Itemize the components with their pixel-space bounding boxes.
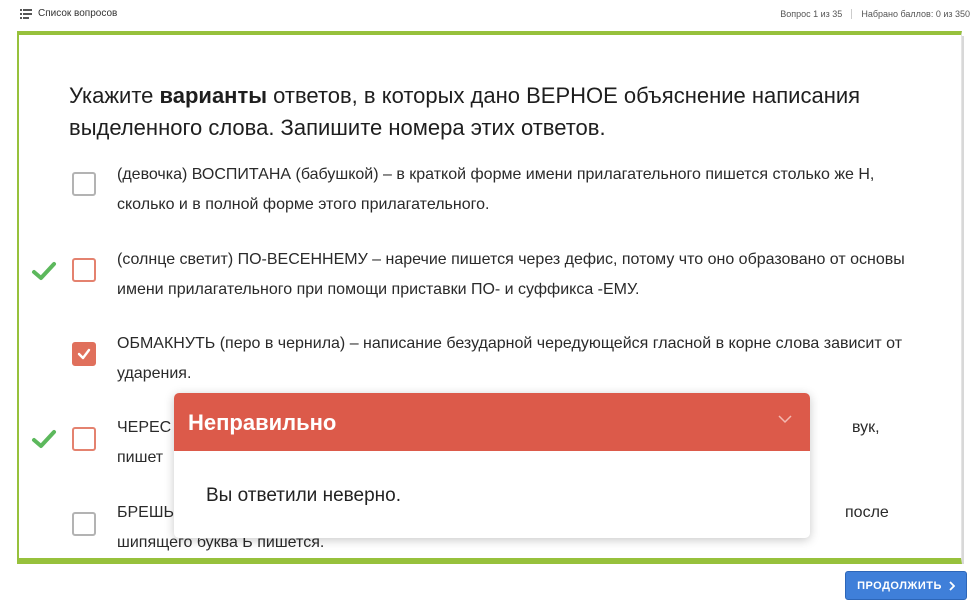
option-text-line2: пишет xyxy=(117,449,164,466)
list-icon xyxy=(20,8,32,19)
divider xyxy=(851,9,853,19)
question-prefix: Укажите xyxy=(69,83,160,108)
chevron-down-icon[interactable] xyxy=(778,415,792,424)
correct-check-icon xyxy=(32,262,56,280)
option-checkbox[interactable] xyxy=(72,512,96,536)
option-text-end: вук, xyxy=(852,419,880,436)
question-list-button[interactable]: Список вопросов xyxy=(20,8,117,19)
option-checkbox[interactable] xyxy=(72,172,96,196)
feedback-popup: Неправильно Вы ответили неверно. xyxy=(174,393,810,538)
option-checkbox[interactable] xyxy=(72,427,96,451)
correct-check-icon xyxy=(32,430,56,448)
score-counter: Набрано баллов: 0 из 350 xyxy=(861,9,970,19)
question-list-label: Список вопросов xyxy=(38,8,118,19)
question-progress: Вопрос 1 из 35 xyxy=(780,9,843,19)
question-bold: варианты xyxy=(159,83,268,108)
feedback-message: Вы ответили неверно. xyxy=(206,485,401,506)
question-text: Укажите варианты ответов, в которых дано… xyxy=(69,80,939,144)
feedback-title: Неправильно xyxy=(188,410,337,435)
continue-label: ПРОДОЛЖИТЬ xyxy=(857,579,942,592)
option-checkbox[interactable] xyxy=(72,258,96,282)
option-text-start: БРЕШЬ xyxy=(117,504,175,521)
top-bar: Список вопросов Вопрос 1 из 35 Набрано б… xyxy=(0,0,979,28)
scrollbar[interactable] xyxy=(962,36,964,564)
option-text: ОБМАКНУТЬ (перо в чернила) – написание б… xyxy=(117,335,903,382)
option-text-end: после xyxy=(845,504,889,521)
option-text: (солнце светит) ПО-ВЕСЕННЕМУ – наречие п… xyxy=(117,251,905,298)
feedback-header[interactable]: Неправильно xyxy=(174,393,810,451)
option-checkbox-checked[interactable] xyxy=(72,342,96,366)
continue-button[interactable]: ПРОДОЛЖИТЬ xyxy=(845,571,967,600)
chevron-right-icon xyxy=(949,580,955,591)
progress-info: Вопрос 1 из 35 Набрано баллов: 0 из 350 xyxy=(780,9,970,19)
option-text: (девочка) ВОСПИТАНА (бабушкой) – в кратк… xyxy=(117,166,875,213)
option-text-start: ЧЕРЕС xyxy=(117,419,172,436)
checkmark-icon xyxy=(77,348,91,360)
